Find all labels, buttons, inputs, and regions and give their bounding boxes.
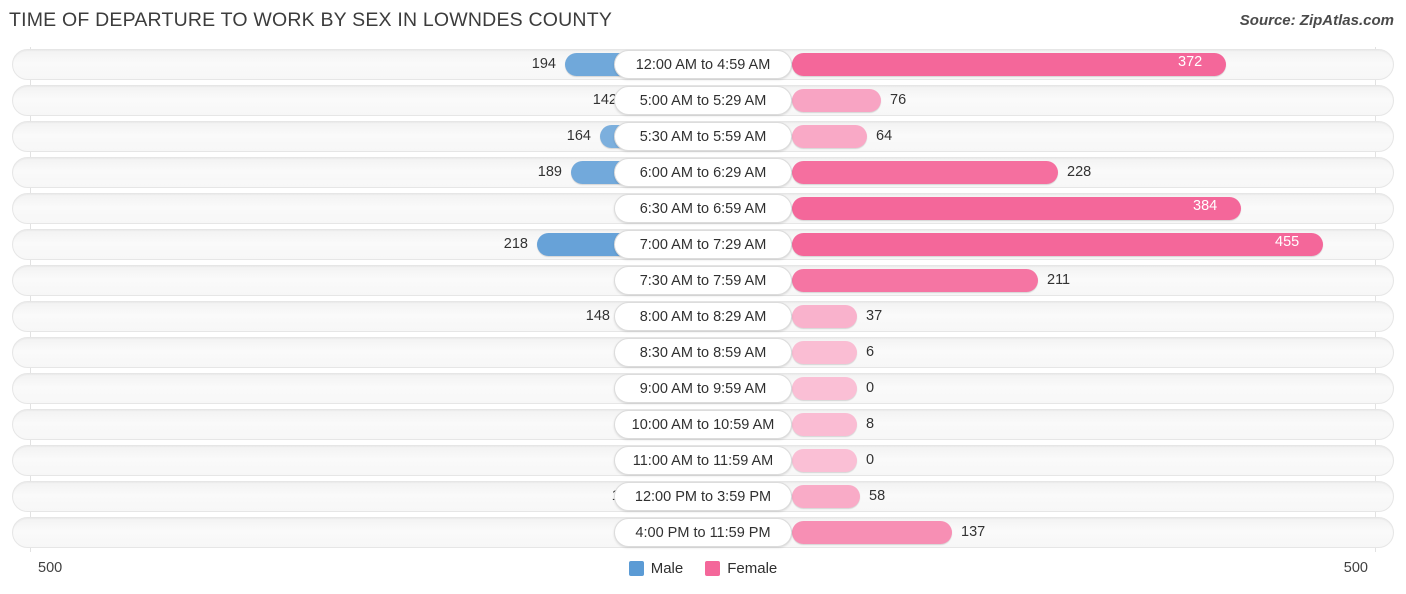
value-label-female: 6 bbox=[866, 344, 875, 360]
legend-swatch-male-icon bbox=[628, 561, 644, 576]
category-label: 7:00 AM to 7:29 AM bbox=[639, 236, 767, 253]
category-label-pill[interactable]: 10:00 AM to 10:59 AM bbox=[614, 410, 792, 439]
source-attribution: Source: ZipAtlas.com bbox=[1239, 12, 1394, 29]
value-label-female: 137 bbox=[961, 524, 986, 540]
legend-swatch-female-icon bbox=[705, 561, 721, 576]
chart-row: 472117:30 AM to 7:59 AM bbox=[0, 263, 1406, 299]
legend-item-female[interactable]: Female bbox=[705, 560, 777, 577]
chart-row: 218 455 7:00 AM to 7:29 AM bbox=[0, 227, 1406, 263]
category-label-pill[interactable]: 8:30 AM to 8:59 AM bbox=[614, 338, 792, 367]
value-label-female: 8 bbox=[866, 416, 875, 432]
category-label: 5:00 AM to 5:29 AM bbox=[639, 92, 767, 109]
bar-female[interactable] bbox=[792, 305, 857, 328]
category-label-pill[interactable]: 12:00 AM to 4:59 AM bbox=[614, 50, 792, 79]
category-label: 6:30 AM to 6:59 AM bbox=[639, 200, 767, 217]
category-label: 12:00 PM to 3:59 PM bbox=[634, 488, 772, 505]
bar-female[interactable] bbox=[792, 413, 857, 436]
chart-row: 194 372 12:00 AM to 4:59 AM bbox=[0, 47, 1406, 83]
chart-header: TIME OF DEPARTURE TO WORK BY SEX IN LOWN… bbox=[0, 0, 1406, 44]
value-label-female: 64 bbox=[876, 128, 893, 144]
bar-female[interactable] bbox=[792, 233, 1323, 256]
chart-row: 1265812:00 PM to 3:59 PM bbox=[0, 479, 1406, 515]
value-label-female-inside: 384 bbox=[1193, 198, 1218, 214]
chart-row: 0011:00 AM to 11:59 AM bbox=[0, 443, 1406, 479]
category-label: 12:00 AM to 4:59 AM bbox=[635, 56, 771, 73]
legend-label-female: Female bbox=[727, 560, 778, 577]
category-label-pill[interactable]: 7:00 AM to 7:29 AM bbox=[614, 230, 792, 259]
chart-row: 164 64 5:30 AM to 5:59 AM bbox=[0, 119, 1406, 155]
bar-female[interactable] bbox=[792, 53, 1226, 76]
value-label-female: 37 bbox=[866, 308, 883, 324]
value-label-male: 189 bbox=[537, 164, 562, 180]
legend-item-male[interactable]: Male bbox=[628, 560, 684, 577]
category-label-pill[interactable]: 6:00 AM to 6:29 AM bbox=[614, 158, 792, 187]
category-label: 9:00 AM to 9:59 AM bbox=[639, 380, 767, 397]
chart-root: TIME OF DEPARTURE TO WORK BY SEX IN LOWN… bbox=[0, 0, 1406, 594]
value-label-male: 148 bbox=[585, 308, 610, 324]
bar-female[interactable] bbox=[792, 125, 867, 148]
category-label-pill[interactable]: 11:00 AM to 11:59 AM bbox=[614, 446, 792, 475]
bar-female[interactable] bbox=[792, 341, 857, 364]
chart-row: 148 37 8:00 AM to 8:29 AM bbox=[0, 299, 1406, 335]
category-label-pill[interactable]: 4:00 PM to 11:59 PM bbox=[614, 518, 792, 547]
chart-row: 142 76 5:00 AM to 5:29 AM bbox=[0, 83, 1406, 119]
value-label-female-inside: 372 bbox=[1178, 54, 1203, 70]
bar-female[interactable] bbox=[792, 161, 1058, 184]
chart-row: 821374:00 PM to 11:59 PM bbox=[0, 515, 1406, 551]
bar-female[interactable] bbox=[792, 377, 857, 400]
legend-label-male: Male bbox=[650, 560, 684, 577]
value-label-female: 76 bbox=[890, 92, 907, 108]
bar-female[interactable] bbox=[792, 521, 952, 544]
category-label-pill[interactable]: 9:00 AM to 9:59 AM bbox=[614, 374, 792, 403]
value-label-male: 194 bbox=[531, 56, 556, 72]
chart-row: 5409:00 AM to 9:59 AM bbox=[0, 371, 1406, 407]
category-label: 8:00 AM to 8:29 AM bbox=[639, 308, 767, 325]
chart-plot-area: 194 372 12:00 AM to 4:59 AM 142 76 5:00 AM to… bbox=[0, 47, 1406, 552]
category-label-pill[interactable]: 6:30 AM to 6:59 AM bbox=[614, 194, 792, 223]
chart-row: 1568:30 AM to 8:59 AM bbox=[0, 335, 1406, 371]
chart-footer: 500 500 Male Female bbox=[0, 556, 1406, 594]
chart-legend: Male Female bbox=[0, 560, 1406, 577]
page-title: TIME OF DEPARTURE TO WORK BY SEX IN LOWN… bbox=[9, 9, 613, 31]
category-label: 5:30 AM to 5:59 AM bbox=[639, 128, 767, 145]
bar-female[interactable] bbox=[792, 197, 1241, 220]
bar-female[interactable] bbox=[792, 485, 860, 508]
chart-row: 993846:30 AM to 6:59 AM bbox=[0, 191, 1406, 227]
bar-female[interactable] bbox=[792, 89, 881, 112]
category-label-pill[interactable]: 5:30 AM to 5:59 AM bbox=[614, 122, 792, 151]
category-label: 4:00 PM to 11:59 PM bbox=[635, 524, 771, 541]
bar-female[interactable] bbox=[792, 449, 857, 472]
value-label-female-inside: 455 bbox=[1275, 234, 1300, 250]
chart-row: 189 228 6:00 AM to 6:29 AM bbox=[0, 155, 1406, 191]
category-label-pill[interactable]: 12:00 PM to 3:59 PM bbox=[614, 482, 792, 511]
value-label-female: 58 bbox=[869, 488, 886, 504]
category-label: 6:00 AM to 6:29 AM bbox=[639, 164, 767, 181]
category-label: 8:30 AM to 8:59 AM bbox=[639, 344, 767, 361]
value-label-female: 0 bbox=[866, 380, 875, 396]
value-label-male: 164 bbox=[566, 128, 591, 144]
category-label-pill[interactable]: 8:00 AM to 8:29 AM bbox=[614, 302, 792, 331]
category-label: 7:30 AM to 7:59 AM bbox=[639, 272, 767, 289]
category-label: 11:00 AM to 11:59 AM bbox=[632, 452, 774, 469]
value-label-female: 0 bbox=[866, 452, 875, 468]
value-label-male: 218 bbox=[503, 236, 528, 252]
value-label-female: 228 bbox=[1067, 164, 1092, 180]
chart-row: 0810:00 AM to 10:59 AM bbox=[0, 407, 1406, 443]
value-label-female: 211 bbox=[1047, 272, 1071, 288]
category-label-pill[interactable]: 7:30 AM to 7:59 AM bbox=[614, 266, 792, 295]
bar-female[interactable] bbox=[792, 269, 1038, 292]
category-label-pill[interactable]: 5:00 AM to 5:29 AM bbox=[614, 86, 792, 115]
category-label: 10:00 AM to 10:59 AM bbox=[631, 416, 775, 433]
